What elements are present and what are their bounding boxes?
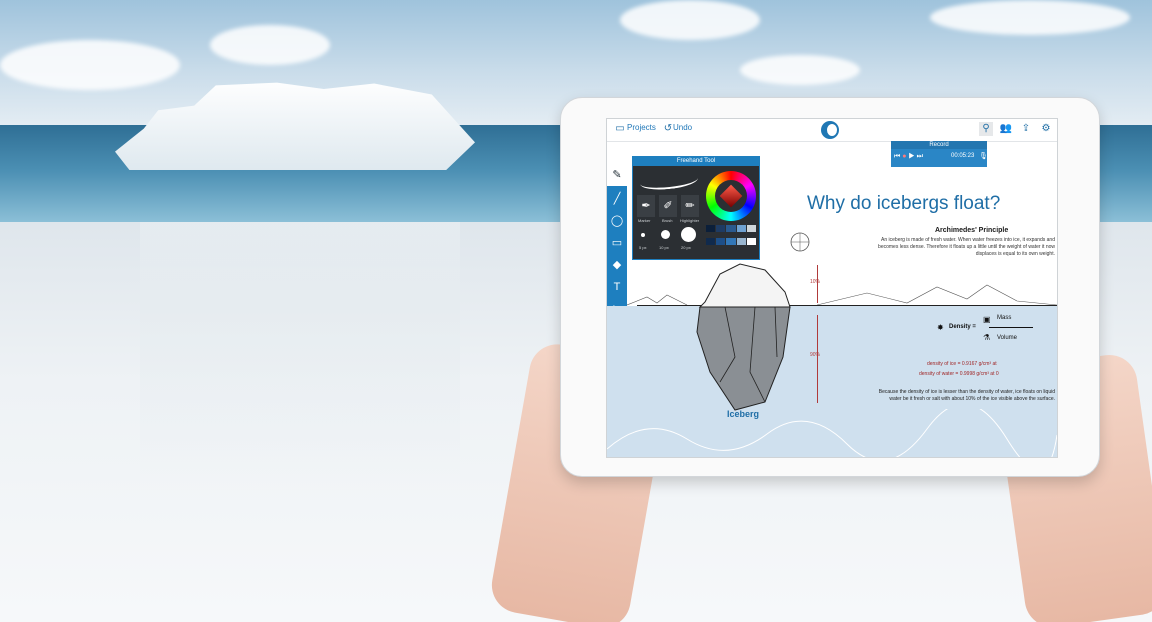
cloud [210, 25, 330, 65]
eraser-icon[interactable]: ◆ [607, 254, 627, 276]
app-screen: ▭ Projects ↺ Undo ⚲ 👥 ⇪ ⚙ Record ⏮ ● ▶ ⏭… [606, 118, 1058, 458]
size-medium[interactable] [661, 230, 670, 239]
record-timer: 00:05:23 [951, 153, 975, 159]
density-water: density of water = 0.9998 g/cm³ at 0 [919, 371, 999, 377]
density-ice: density of ice = 0.9167 g/cm³ at [927, 361, 997, 367]
volume-label: Volume [997, 335, 1018, 341]
record-title: Record [891, 141, 987, 149]
app-logo [821, 121, 839, 139]
top-bar: ▭ Projects ↺ Undo ⚲ 👥 ⇪ ⚙ [607, 119, 1057, 142]
above-water-percent: 10% [810, 279, 821, 285]
brush-icon[interactable]: ✐ [659, 195, 677, 217]
size-small[interactable] [641, 233, 645, 237]
projects-button[interactable]: Projects [627, 123, 656, 132]
color-swatches[interactable] [706, 225, 756, 249]
pin-icon[interactable]: ⚲ [979, 122, 993, 136]
image-icon[interactable]: ▭ [607, 232, 627, 254]
brush-label: Highlighter [680, 218, 700, 223]
record-controls[interactable]: ⏮ ● ▶ ⏭ [894, 153, 923, 161]
subtitle: Archimedes' Principle [935, 227, 1009, 234]
marker-icon[interactable]: ✒ [637, 195, 655, 217]
bubble-icon[interactable]: ◯ [607, 210, 627, 232]
size-large[interactable] [681, 227, 696, 242]
density-label: Density = [949, 324, 976, 330]
users-icon[interactable]: 👥 [999, 122, 1013, 136]
cloud [740, 55, 860, 85]
cloud [930, 0, 1130, 35]
globe-drawing [790, 232, 810, 252]
size-label: 20 px [681, 245, 691, 250]
brush-label: Marker [638, 218, 651, 223]
cloud [620, 0, 760, 40]
sun-icon: ✸ [937, 323, 944, 332]
below-water-percent: 90% [810, 352, 821, 358]
line-icon[interactable]: ╱ [607, 188, 627, 210]
mic-icon[interactable]: 🎙 [979, 152, 988, 160]
brush-selector: ✒ ✐ ✏ Marker Brush Highlighter [637, 195, 701, 223]
iceberg-submerged [140, 222, 460, 482]
cube-icon: ▣ [983, 315, 991, 324]
iceberg-drawing [696, 263, 791, 411]
freehand-tool-title: Freehand Tool [633, 157, 759, 166]
density-formula: ✸ Density = ▣ Mass ⚗ Volume [937, 315, 1047, 351]
mass-label: Mass [997, 315, 1012, 321]
fraction-line [989, 327, 1033, 328]
folder-icon: ▭ [615, 123, 625, 134]
pen-icon[interactable]: ✎ [607, 164, 627, 186]
freehand-tool-panel: Freehand Tool ✒ ✐ ✏ Marker Brush Highlig… [632, 156, 760, 260]
play-icon[interactable]: ▶ [908, 153, 914, 160]
rewind-icon[interactable]: ⏮ [894, 153, 900, 160]
record-icon[interactable]: ● [902, 153, 906, 160]
flask-icon: ⚗ [983, 333, 991, 342]
footer-text: Because the density of ice is lesser tha… [878, 389, 1055, 402]
gear-icon[interactable]: ⚙ [1039, 122, 1053, 136]
iceberg-label: Iceberg [727, 409, 760, 419]
cloud [0, 40, 180, 90]
size-label: 5 px [639, 245, 647, 250]
stroke-preview [639, 170, 699, 192]
size-selector: 5 px 10 px 20 px [637, 225, 701, 251]
waves-drawing [607, 409, 1057, 457]
undo-button[interactable]: Undo [673, 123, 692, 132]
forward-icon[interactable]: ⏭ [917, 153, 923, 160]
mountains-drawing [627, 284, 1057, 306]
record-panel: Record ⏮ ● ▶ ⏭ 00:05:23 🎙 [891, 141, 988, 167]
color-wheel[interactable] [706, 171, 756, 221]
share-icon[interactable]: ⇪ [1019, 122, 1033, 136]
size-label: 10 px [659, 245, 669, 250]
page-title: Why do icebergs float? [807, 193, 1001, 214]
below-water-measure [817, 315, 818, 403]
highlighter-icon[interactable]: ✏ [681, 195, 699, 217]
brush-label: Brush [662, 218, 673, 223]
paragraph: An iceberg is made of fresh water. When … [878, 237, 1055, 257]
text-icon[interactable]: T [607, 276, 627, 298]
